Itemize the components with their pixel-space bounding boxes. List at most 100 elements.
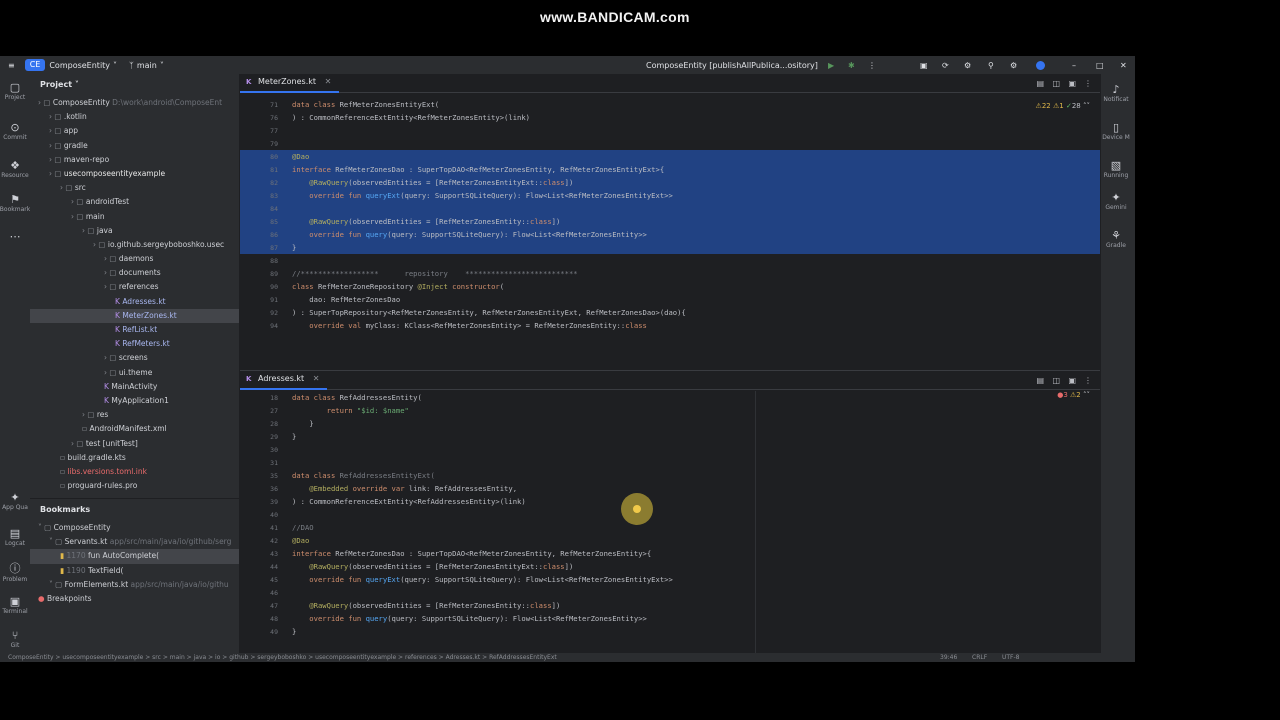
- layout-icon[interactable]: ▤: [1036, 376, 1044, 385]
- close-icon[interactable]: ✕: [325, 77, 332, 86]
- tree-item[interactable]: › ▢ app: [30, 124, 239, 138]
- logcat-tool-button[interactable]: ▤ Logcat: [0, 520, 30, 554]
- code-line[interactable]: 79: [240, 137, 1100, 150]
- code-line[interactable]: 40: [240, 508, 1100, 521]
- code-line[interactable]: 80 @Dao: [240, 150, 1100, 163]
- code-line[interactable]: 71 data class RefMeterZonesEntityExt(: [240, 98, 1100, 111]
- tree-item[interactable]: › ▢ androidTest: [30, 195, 239, 209]
- terminal-tool-button[interactable]: ▣ Terminal: [0, 588, 30, 622]
- device-icon[interactable]: ▣: [920, 61, 928, 70]
- code-line[interactable]: 77: [240, 124, 1100, 137]
- code-line[interactable]: 36 @Embedded override var link: RefAddre…: [240, 482, 1100, 495]
- bookmark-item[interactable]: ˅ ▢ Servants.kt app/src/main/java/io/git…: [30, 535, 239, 549]
- code-line[interactable]: 91 dao: RefMeterZonesDao: [240, 293, 1100, 306]
- maximize-icon[interactable]: □: [1096, 61, 1104, 70]
- split-vertical-icon[interactable]: ▣: [1068, 376, 1076, 385]
- run-icon[interactable]: ▶: [828, 61, 834, 70]
- bookmark-item[interactable]: ˅ ▢ FormElements.kt app/src/main/java/io…: [30, 578, 239, 592]
- code-line[interactable]: 18 data class RefAddressesEntity(: [240, 391, 1100, 404]
- tree-item[interactable]: › ▢ main: [30, 210, 239, 224]
- tree-item[interactable]: › ▢ java: [30, 224, 239, 238]
- debug-icon[interactable]: ✱: [848, 61, 855, 70]
- code-line[interactable]: 90 class RefMeterZoneRepository @Inject c…: [240, 280, 1100, 293]
- bottom-code[interactable]: 18 data class RefAddressesEntity(27 retur…: [240, 391, 1100, 638]
- main-menu-icon[interactable]: ≡: [8, 61, 15, 70]
- tree-item[interactable]: › ▢ screens: [30, 351, 239, 365]
- code-line[interactable]: 42 @Dao: [240, 534, 1100, 547]
- tree-item[interactable]: › ▢ usecomposeentityexample: [30, 167, 239, 181]
- code-line[interactable]: 28 }: [240, 417, 1100, 430]
- tree-item[interactable]: › ▢ maven-repo: [30, 153, 239, 167]
- tree-item[interactable]: K RefList.kt: [30, 323, 239, 337]
- close-icon[interactable]: ✕: [313, 374, 320, 383]
- code-line[interactable]: 85 @RawQuery(observedEntities = [RefMete…: [240, 215, 1100, 228]
- line-ending[interactable]: CRLF: [972, 653, 987, 662]
- tree-item[interactable]: ▫ AndroidManifest.xml: [30, 422, 239, 436]
- code-line[interactable]: 92) : SuperTopRepository<RefMeterZonesEn…: [240, 306, 1100, 319]
- tree-item[interactable]: ▫ build.gradle.kts: [30, 451, 239, 465]
- resource-tool-button[interactable]: ❖ Resource: [0, 152, 30, 186]
- folder-tool-button[interactable]: ▢ Project: [0, 74, 30, 108]
- split-icon[interactable]: ◫: [1052, 376, 1060, 385]
- code-line[interactable]: 87}: [240, 241, 1100, 254]
- sync-icon[interactable]: ⟳: [942, 61, 949, 70]
- gemini-tool-button[interactable]: ✦ Gemini: [1101, 184, 1131, 218]
- split-icon[interactable]: ◫: [1052, 79, 1060, 88]
- tree-item[interactable]: › ▢ io.github.sergeyboboshko.usec: [30, 238, 239, 252]
- tree-item[interactable]: K MyApplication1: [30, 394, 239, 408]
- code-line[interactable]: 45 override fun queryExt(query: SupportS…: [240, 573, 1100, 586]
- tree-item[interactable]: › ▢ ui.theme: [30, 366, 239, 380]
- tree-item[interactable]: K MainActivity: [30, 380, 239, 394]
- code-line[interactable]: 35 data class RefAddressesEntityExt(: [240, 469, 1100, 482]
- code-line[interactable]: 81 interface RefMeterZonesDao : SuperTopD…: [240, 163, 1100, 176]
- tree-item[interactable]: K RefMeters.kt: [30, 337, 239, 351]
- problems-tool-button[interactable]: ⓘ Problem: [0, 554, 30, 588]
- bell-tool-button[interactable]: ♪ Notificat: [1101, 76, 1131, 110]
- close-icon[interactable]: ✕: [1120, 61, 1127, 70]
- tree-item[interactable]: › ▢ .kotlin: [30, 110, 239, 124]
- project-switcher[interactable]: CE ComposeEntity ˅: [24, 59, 117, 71]
- code-line[interactable]: 41//DAO: [240, 521, 1100, 534]
- split-vertical-icon[interactable]: ▣: [1068, 79, 1076, 88]
- code-line[interactable]: 49}: [240, 625, 1100, 638]
- bookmark-item[interactable]: ˅ ▢ ComposeEntity: [30, 521, 239, 535]
- code-line[interactable]: 76) : CommonReferenceExtEntity<RefMeterZ…: [240, 111, 1100, 124]
- tab-meterzones[interactable]: MeterZones.kt ✕: [240, 73, 340, 93]
- profiler-icon[interactable]: ⚙: [964, 61, 971, 70]
- tree-item[interactable]: K Adresses.kt: [30, 295, 239, 309]
- code-line[interactable]: 29}: [240, 430, 1100, 443]
- code-line[interactable]: 86 override fun query(query: SupportSQLi…: [240, 228, 1100, 241]
- bookmark-item[interactable]: ▮ 1170 fun AutoComplete(: [30, 549, 239, 564]
- commit-tool-button[interactable]: ⊙ Commit: [0, 114, 30, 148]
- running-devices-tool-button[interactable]: ▧ Running: [1101, 152, 1131, 186]
- code-line[interactable]: 30: [240, 443, 1100, 456]
- code-line[interactable]: 44 @RawQuery(observedEntities = [RefMete…: [240, 560, 1100, 573]
- branch-switcher[interactable]: ᛉ main ˅: [129, 61, 164, 70]
- code-line[interactable]: 89//****************** repository ******…: [240, 267, 1100, 280]
- tree-item[interactable]: › ▢ ComposeEntity D:\work\android\Compos…: [30, 96, 239, 110]
- search-icon[interactable]: ⚲: [988, 61, 994, 70]
- code-line[interactable]: 39) : CommonReferenceExtEntity<RefAddres…: [240, 495, 1100, 508]
- tree-item[interactable]: K MeterZones.kt: [30, 308, 239, 323]
- bookmark-item[interactable]: ▮ 1190 TextField(: [30, 564, 239, 578]
- tree-item[interactable]: › ▢ gradle: [30, 139, 239, 153]
- more-actions-icon[interactable]: ⋮: [868, 61, 876, 70]
- code-line[interactable]: 48 override fun query(query: SupportSQLi…: [240, 612, 1100, 625]
- code-line[interactable]: 84: [240, 202, 1100, 215]
- tree-item[interactable]: › ▢ src: [30, 181, 239, 195]
- tree-item[interactable]: ▫ libs.versions.toml.ink: [30, 465, 239, 479]
- avatar[interactable]: [1036, 60, 1045, 70]
- more-icon[interactable]: ⋮: [1084, 376, 1092, 385]
- gradle-tool-button[interactable]: ⚘ Gradle: [1101, 222, 1131, 256]
- status-breadcrumb[interactable]: ComposeEntity > usecomposeentityexample …: [8, 654, 557, 661]
- tree-item[interactable]: › ▢ daemons: [30, 252, 239, 266]
- tab-adresses[interactable]: Adresses.kt ✕: [240, 370, 328, 390]
- code-line[interactable]: 46: [240, 586, 1100, 599]
- code-line[interactable]: 82 @RawQuery(observedEntities = [RefMete…: [240, 176, 1100, 189]
- bookmark-tool-button[interactable]: ⚑ Bookmark: [0, 186, 30, 220]
- tree-item[interactable]: › ▢ test [unitTest]: [30, 437, 239, 451]
- more-tool-button[interactable]: ⋯: [0, 219, 30, 253]
- bookmark-item[interactable]: ● Breakpoints: [30, 592, 239, 606]
- line-number[interactable]: 49: [240, 626, 292, 639]
- tree-item[interactable]: › ▢ references: [30, 280, 239, 294]
